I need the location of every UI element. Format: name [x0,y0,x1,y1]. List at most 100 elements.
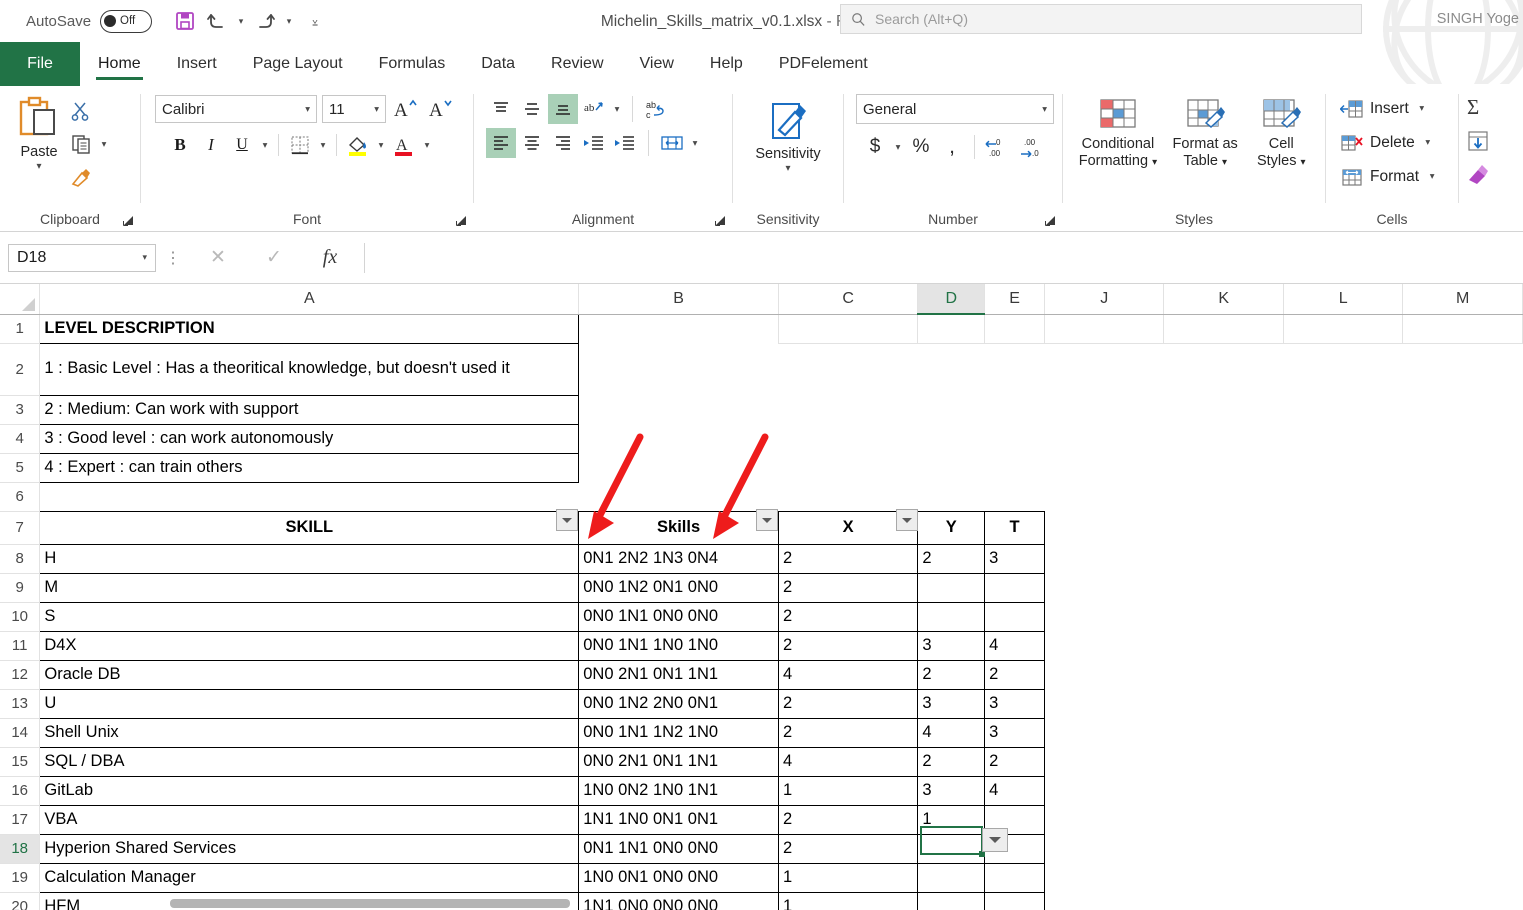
cell-l1[interactable] [1282,313,1404,344]
increase-indent-button[interactable] [610,128,640,158]
cell-m15[interactable] [1403,747,1523,776]
cell-m11[interactable] [1403,631,1523,660]
cell-k12[interactable] [1164,660,1283,689]
accounting-format-button[interactable]: $ [860,132,890,162]
cell-e5[interactable] [985,453,1045,482]
cell-k14[interactable] [1164,718,1283,747]
cell-e6[interactable] [985,482,1045,511]
cell-d12[interactable]: 2 [917,659,986,690]
cell-j15[interactable] [1044,747,1163,776]
increase-decimal-button[interactable]: 0.00 [982,132,1016,162]
row-header-1[interactable]: 1 [0,314,41,344]
cell-d17[interactable]: 1 [917,804,986,835]
cell-k8[interactable] [1164,544,1283,573]
cell-a1[interactable]: LEVEL DESCRIPTION [39,313,580,344]
cell-d4[interactable] [918,424,985,453]
fill-color-button[interactable] [343,130,373,160]
cell-b12[interactable]: 0N0 2N1 0N1 1N1 [578,659,779,690]
cell-a11[interactable]: D4X [39,630,580,661]
autosave-toggle[interactable]: Off [100,9,153,33]
cell-a14[interactable]: Shell Unix [39,717,580,748]
cell-e3[interactable] [985,395,1045,424]
cell-l3[interactable] [1283,395,1402,424]
cell-e14[interactable]: 3 [984,717,1045,748]
cell-m19[interactable] [1403,863,1523,892]
cell-d7-y-header[interactable]: Y [917,510,986,545]
undo-dropdown-icon[interactable]: ▾ [234,6,248,36]
cell-l12[interactable] [1283,660,1402,689]
bold-button[interactable]: B [165,130,195,160]
row-header-13[interactable]: 13 [0,689,41,719]
copy-button[interactable] [66,129,96,159]
column-header-d[interactable]: D [917,284,986,315]
cell-d14[interactable]: 4 [917,717,986,748]
cell-styles-button[interactable]: Cell Styles ▾ [1248,94,1314,171]
redo-dropdown-icon[interactable]: ▾ [282,6,296,36]
row-header-16[interactable]: 16 [0,776,41,806]
customize-qat-icon[interactable]: ⩣ [308,6,322,36]
align-left-button[interactable] [486,128,516,158]
tab-help[interactable]: Help [692,42,761,86]
cell-b16[interactable]: 1N0 0N2 1N0 1N1 [578,775,779,806]
formula-input[interactable] [364,242,1515,273]
merge-center-chevron-down-icon[interactable]: ▾ [688,128,702,158]
cell-e1[interactable] [984,313,1045,344]
cell-c19[interactable]: 1 [777,862,919,893]
column-header-k[interactable]: K [1163,284,1284,315]
row-header-2[interactable]: 2 [0,343,41,396]
cell-l6[interactable] [1283,482,1402,511]
cell-j12[interactable] [1044,660,1163,689]
cell-b19[interactable]: 1N0 0N1 0N0 0N0 [578,862,779,893]
font-dialog-launcher-icon[interactable] [456,215,467,226]
enter-formula-icon[interactable]: ✓ [246,243,302,273]
formula-bar-grip[interactable]: ⋮ [156,248,190,268]
cell-l9[interactable] [1283,573,1402,602]
cell-m1[interactable] [1402,313,1523,344]
column-header-b[interactable]: B [578,284,779,315]
filter-dropdown-skills[interactable] [756,509,778,531]
font-family-select[interactable]: Calibri ▾ [155,95,317,123]
row-header-11[interactable]: 11 [0,631,41,661]
cell-b10[interactable]: 0N0 1N1 0N0 0N0 [578,601,779,632]
row-header-17[interactable]: 17 [0,805,41,835]
cell-j2[interactable] [1044,343,1163,395]
row-header-15[interactable]: 15 [0,747,41,777]
cell-l2[interactable] [1283,343,1402,395]
cell-j10[interactable] [1044,602,1163,631]
paste-chevron-down-icon[interactable]: ▾ [36,161,41,172]
cell-k20[interactable] [1164,892,1283,910]
name-box[interactable]: D18 ▾ [8,243,156,272]
cell-j11[interactable] [1044,631,1163,660]
middle-align-button[interactable] [517,94,547,124]
conditional-formatting-button[interactable]: Conditional Formatting ▾ [1074,94,1162,171]
format-cells-chevron-down-icon[interactable]: ▾ [1425,162,1439,192]
cell-d20[interactable] [917,891,986,910]
row-header-14[interactable]: 14 [0,718,41,748]
decrease-font-size-button[interactable]: A [426,94,456,124]
cell-m20[interactable] [1403,892,1523,910]
cell-b5[interactable] [579,453,779,482]
tab-formulas[interactable]: Formulas [361,42,464,86]
cell-l14[interactable] [1283,718,1402,747]
cell-a15[interactable]: SQL / DBA [39,746,580,777]
cell-b9[interactable]: 0N0 1N2 0N1 0N0 [578,572,779,603]
cell-k4[interactable] [1164,424,1283,453]
save-icon[interactable] [170,6,200,36]
cell-m6[interactable] [1403,482,1523,511]
cell-k10[interactable] [1164,602,1283,631]
cell-l18[interactable] [1283,834,1402,863]
cell-a2[interactable]: 1 : Basic Level : Has a theoritical know… [39,342,580,396]
cell-j16[interactable] [1044,776,1163,805]
cell-l20[interactable] [1283,892,1402,910]
column-header-a[interactable]: A [39,284,580,315]
cell-k1[interactable] [1163,313,1284,344]
italic-button[interactable]: I [196,130,226,160]
accounting-chevron-down-icon[interactable]: ▾ [891,132,905,162]
cell-d16[interactable]: 3 [917,775,986,806]
cell-c2[interactable] [778,343,917,395]
row-header-7[interactable]: 7 [0,511,41,545]
column-header-m[interactable]: M [1402,284,1523,315]
cell-e2[interactable] [985,343,1045,395]
cell-m8[interactable] [1403,544,1523,573]
format-painter-button[interactable] [66,162,96,192]
